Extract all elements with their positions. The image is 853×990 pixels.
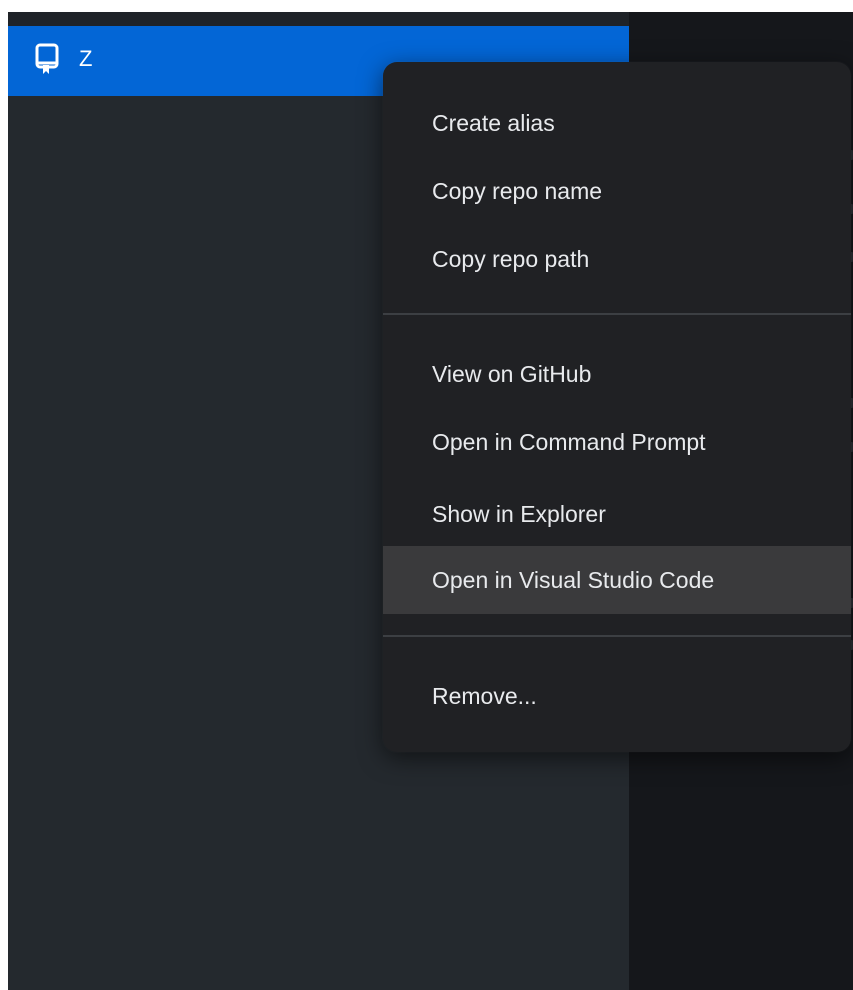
app-window: Z Create alias Copy repo name Copy repo …	[8, 12, 853, 990]
menu-item-label: Open in Command Prompt	[432, 429, 706, 455]
menu-separator	[383, 313, 851, 315]
sidebar-header-strip	[8, 12, 629, 26]
menu-item-copy-repo-name[interactable]: Copy repo name	[383, 157, 851, 225]
repo-icon	[34, 43, 62, 77]
menu-item-label: Create alias	[432, 110, 555, 136]
menu-item-open-in-command-prompt[interactable]: Open in Command Prompt	[383, 408, 851, 476]
repository-name: Z	[79, 46, 93, 71]
menu-item-label: Open in Visual Studio Code	[432, 567, 715, 593]
menu-item-open-in-vscode[interactable]: Open in Visual Studio Code	[383, 546, 851, 614]
menu-item-label: Remove...	[432, 683, 537, 709]
menu-item-label: Copy repo path	[432, 246, 590, 272]
menu-item-label: Show in Explorer	[432, 501, 606, 527]
menu-item-create-alias[interactable]: Create alias	[383, 89, 851, 157]
repository-context-menu: Create alias Copy repo name Copy repo pa…	[383, 62, 851, 752]
menu-item-label: View on GitHub	[432, 361, 592, 387]
menu-separator	[383, 635, 851, 637]
menu-item-label: Copy repo name	[432, 178, 603, 204]
menu-item-view-on-github[interactable]: View on GitHub	[383, 340, 851, 408]
menu-item-show-in-explorer[interactable]: Show in Explorer	[383, 480, 851, 548]
menu-item-remove[interactable]: Remove...	[383, 662, 851, 730]
menu-item-copy-repo-path[interactable]: Copy repo path	[383, 225, 851, 293]
